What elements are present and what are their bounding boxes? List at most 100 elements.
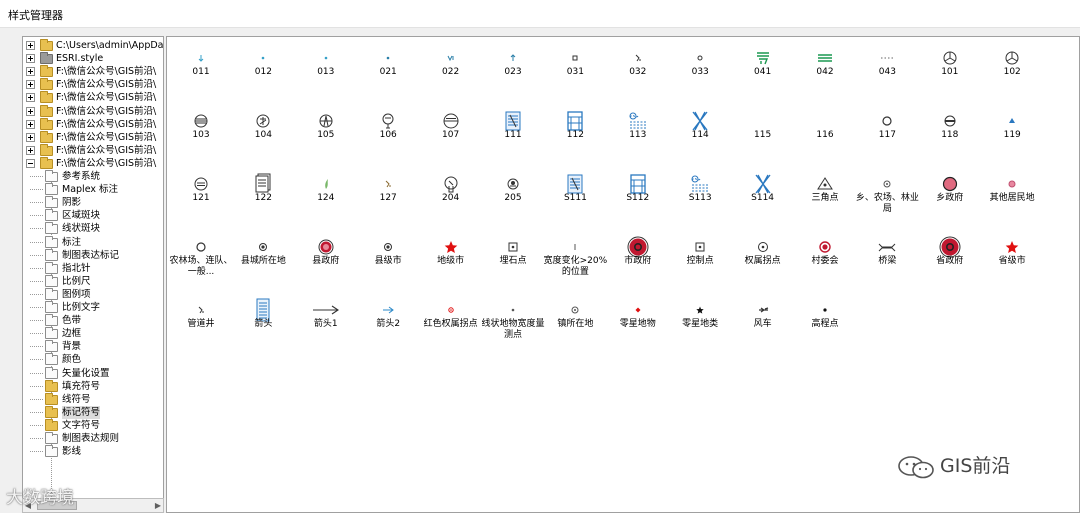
symbol-item[interactable]: 112 bbox=[543, 102, 607, 165]
symbol-item[interactable]: 三角点 bbox=[793, 165, 857, 228]
symbol-item[interactable]: 村委会 bbox=[793, 228, 857, 291]
tree-item-child[interactable]: 填充符号 bbox=[30, 379, 163, 393]
symbol-item[interactable]: 124 bbox=[294, 165, 358, 228]
symbol-item[interactable]: 省政府 bbox=[918, 228, 982, 291]
symbol-item[interactable]: S114 bbox=[731, 165, 795, 228]
tree-item-root[interactable]: F:\微信公众号\GIS前沿\ bbox=[25, 130, 163, 144]
tree-item-child[interactable]: 比例文字 bbox=[30, 301, 163, 314]
symbol-item[interactable]: 042 bbox=[793, 39, 857, 102]
symbol-item[interactable]: 115 bbox=[731, 102, 795, 165]
symbol-item[interactable]: 县政府 bbox=[294, 228, 358, 291]
symbol-item[interactable]: 桥梁 bbox=[855, 228, 919, 291]
style-tree-panel[interactable]: C:\Users\admin\AppData\ESRI.style F:\微信公众… bbox=[22, 36, 164, 513]
symbol-item[interactable]: 012 bbox=[231, 39, 295, 102]
tree-item-root[interactable]: F:\微信公众号\GIS前沿\ bbox=[25, 143, 163, 157]
symbol-item[interactable]: 111 bbox=[481, 102, 545, 165]
expand-plus-icon[interactable] bbox=[26, 106, 35, 116]
symbol-item[interactable]: 118 bbox=[918, 102, 982, 165]
tree-item-child[interactable]: 区域斑块 bbox=[30, 209, 163, 222]
tree-item-child[interactable]: 矢量化设置 bbox=[30, 366, 163, 380]
expand-plus-icon[interactable] bbox=[26, 41, 35, 50]
symbol-item[interactable]: 204 bbox=[419, 165, 483, 228]
tree-item-child[interactable]: 比例尺 bbox=[30, 274, 163, 288]
expand-plus-icon[interactable] bbox=[26, 54, 35, 64]
tree-item-child[interactable]: 线状斑块 bbox=[30, 222, 163, 235]
symbol-item[interactable]: 零星地物 bbox=[606, 291, 670, 354]
symbol-item[interactable]: 117 bbox=[855, 102, 919, 165]
symbol-item[interactable]: 116 bbox=[793, 102, 857, 165]
symbol-item[interactable]: 127 bbox=[356, 165, 420, 228]
symbol-item[interactable]: 农林场、连队、一般... bbox=[169, 228, 233, 291]
symbol-item[interactable]: S111 bbox=[543, 165, 607, 228]
symbol-item[interactable]: 市政府 bbox=[606, 228, 670, 291]
tree-item-child[interactable]: 制图表达标记 bbox=[30, 248, 163, 262]
symbol-item[interactable]: 管道井 bbox=[169, 291, 233, 354]
symbol-item[interactable]: 043 bbox=[855, 39, 919, 102]
symbol-item[interactable]: 107 bbox=[419, 102, 483, 165]
symbol-item[interactable]: 县级市 bbox=[356, 228, 420, 291]
tree-item-selected[interactable]: 标记符号 bbox=[30, 405, 163, 419]
symbol-item[interactable]: 021 bbox=[356, 39, 420, 102]
symbol-item[interactable]: 红色权属拐点 bbox=[419, 291, 483, 354]
tree-item-child[interactable]: 参考系统 bbox=[30, 170, 163, 183]
expand-plus-icon[interactable] bbox=[26, 93, 35, 103]
tree-item-root[interactable]: F:\微信公众号\GIS前沿\ bbox=[25, 117, 163, 131]
tree-item-root[interactable]: F:\微信公众号\GIS前沿\ bbox=[25, 156, 163, 170]
symbol-item[interactable]: 控制点 bbox=[668, 228, 732, 291]
symbol-item[interactable]: 119 bbox=[980, 102, 1044, 165]
symbol-item[interactable]: 箭头2 bbox=[356, 291, 420, 354]
tree-item-child[interactable]: 边框 bbox=[30, 327, 163, 340]
tree-item-child[interactable]: 图例项 bbox=[30, 287, 163, 301]
expand-plus-icon[interactable] bbox=[26, 145, 35, 155]
tree-item-root[interactable]: F:\微信公众号\GIS前沿\ bbox=[25, 78, 163, 91]
expand-plus-icon[interactable] bbox=[26, 119, 35, 129]
symbol-item[interactable]: 埋石点 bbox=[481, 228, 545, 291]
symbol-item[interactable]: 113 bbox=[606, 102, 670, 165]
symbol-item[interactable]: 022 bbox=[419, 39, 483, 102]
symbol-item[interactable]: S113 bbox=[668, 165, 732, 228]
symbol-item[interactable]: 乡政府 bbox=[918, 165, 982, 228]
symbol-item[interactable]: 线状地物宽度量测点 bbox=[481, 291, 545, 354]
expand-plus-icon[interactable] bbox=[26, 67, 35, 77]
tree-item-child[interactable]: 指北针 bbox=[30, 261, 163, 275]
symbol-item[interactable]: 权属拐点 bbox=[731, 228, 795, 291]
symbol-item[interactable]: 013 bbox=[294, 39, 358, 102]
tree-item-child[interactable]: 制图表达规则 bbox=[30, 432, 163, 445]
tree-item-child[interactable]: 文字符号 bbox=[30, 418, 163, 432]
symbol-item[interactable]: 023 bbox=[481, 39, 545, 102]
symbol-item[interactable]: 103 bbox=[169, 102, 233, 165]
symbol-item[interactable]: 101 bbox=[918, 39, 982, 102]
symbol-item[interactable]: 114 bbox=[668, 102, 732, 165]
symbol-item[interactable]: 镇所在地 bbox=[543, 291, 607, 354]
symbol-item[interactable]: 省级市 bbox=[980, 228, 1044, 291]
symbol-item[interactable]: 041 bbox=[731, 39, 795, 102]
symbol-item[interactable]: 乡、农场、林业局 bbox=[855, 165, 919, 228]
tree-item-child[interactable]: 标注 bbox=[30, 235, 163, 249]
symbol-item[interactable]: 零星地类 bbox=[668, 291, 732, 354]
symbol-item[interactable]: 032 bbox=[606, 39, 670, 102]
expand-plus-icon[interactable] bbox=[26, 80, 35, 90]
tree-item-child[interactable]: 影线 bbox=[30, 445, 163, 458]
tree-item-child[interactable]: 阴影 bbox=[30, 196, 163, 209]
symbol-item[interactable]: 宽度变化>20%的位置 bbox=[543, 228, 607, 291]
symbol-item[interactable]: 104 bbox=[231, 102, 295, 165]
tree-item-child[interactable]: 色带 bbox=[30, 314, 163, 327]
tree-item-root[interactable]: C:\Users\admin\AppData\ bbox=[25, 39, 163, 52]
tree-item-root[interactable]: ESRI.style bbox=[25, 52, 163, 65]
expand-plus-icon[interactable] bbox=[26, 132, 35, 142]
symbol-item[interactable]: 风车 bbox=[731, 291, 795, 354]
tree-item-child[interactable]: 颜色 bbox=[30, 353, 163, 366]
symbol-item[interactable]: 县城所在地 bbox=[231, 228, 295, 291]
scroll-right-arrow-icon[interactable]: ▶ bbox=[154, 501, 162, 510]
symbol-item[interactable]: 121 bbox=[169, 165, 233, 228]
symbol-item[interactable]: 106 bbox=[356, 102, 420, 165]
symbol-item[interactable]: S112 bbox=[606, 165, 670, 228]
collapse-minus-icon[interactable] bbox=[26, 158, 35, 168]
symbol-item[interactable]: 其他居民地 bbox=[980, 165, 1044, 228]
symbol-item[interactable]: 033 bbox=[668, 39, 732, 102]
symbol-item[interactable]: 箭头1 bbox=[294, 291, 358, 354]
symbol-item[interactable]: 地级市 bbox=[419, 228, 483, 291]
symbol-item[interactable]: 031 bbox=[543, 39, 607, 102]
tree-item-child[interactable]: Maplex 标注 bbox=[30, 183, 163, 196]
tree-item-child[interactable]: 线符号 bbox=[30, 392, 163, 406]
